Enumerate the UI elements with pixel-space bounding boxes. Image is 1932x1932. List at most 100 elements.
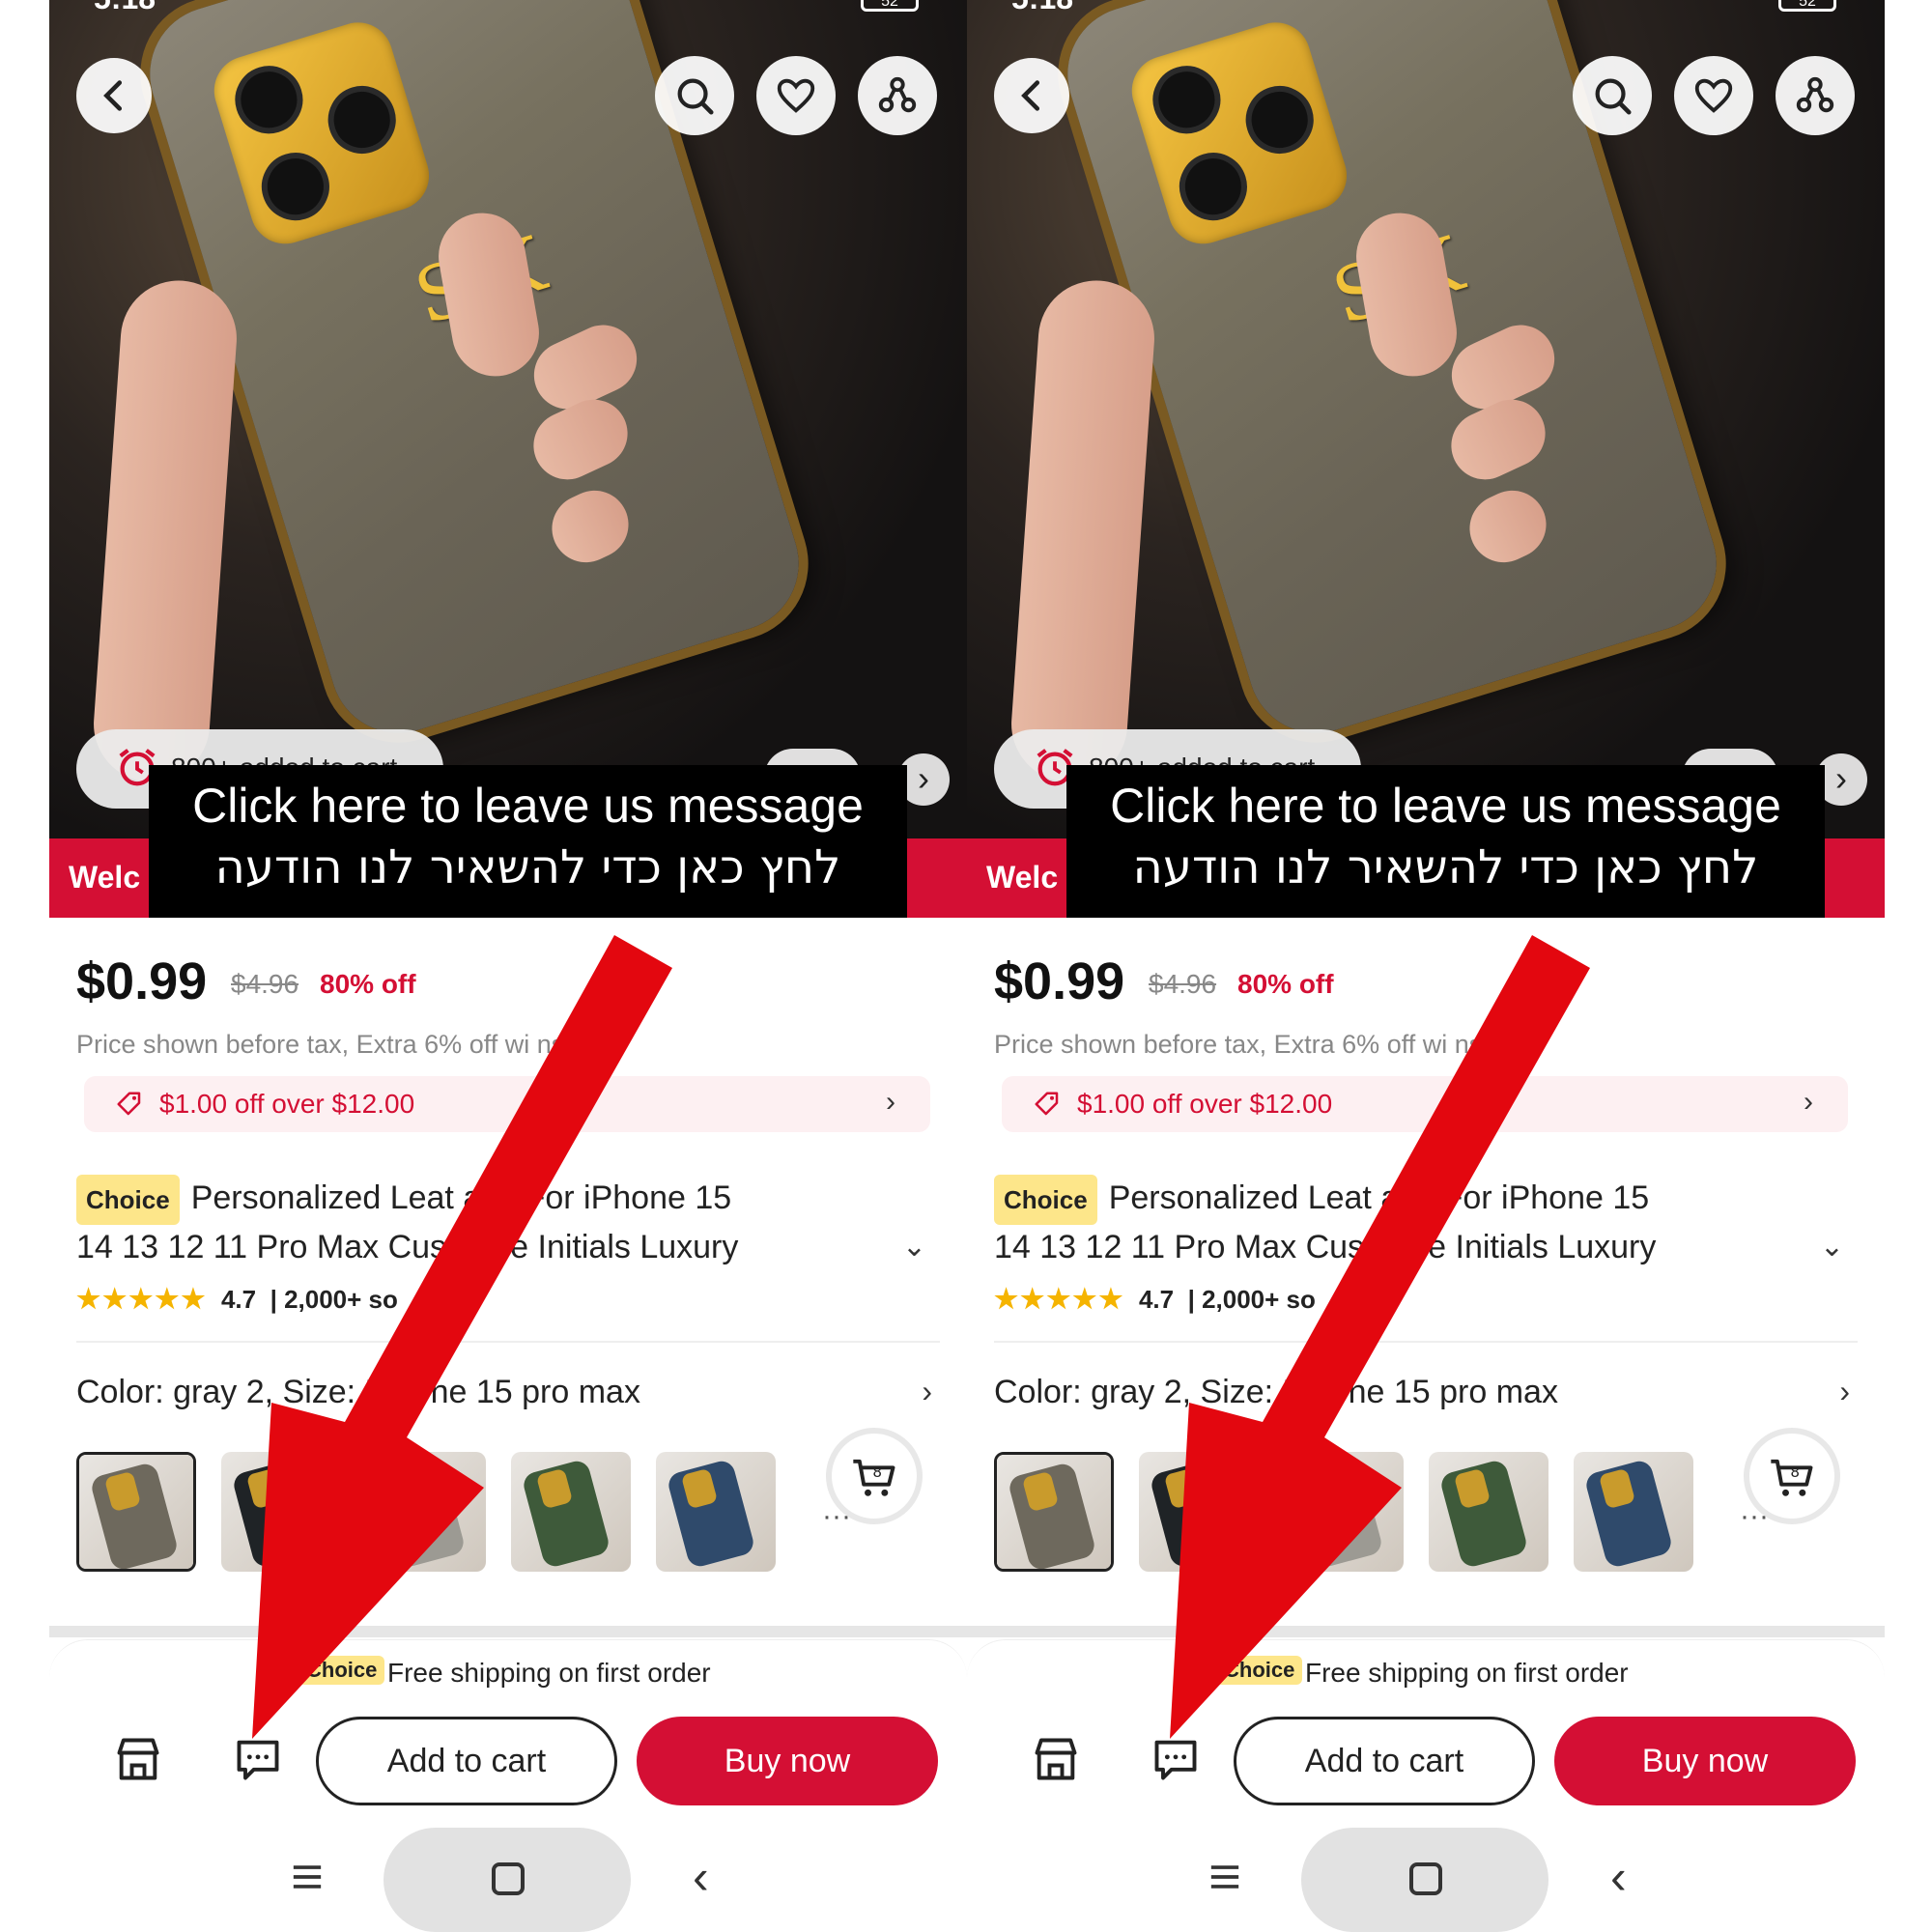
heart-icon (1694, 78, 1733, 113)
back-button[interactable] (76, 58, 152, 133)
product-title[interactable]: Choice Personalized Leat ase For iPhone 1… (76, 1175, 926, 1269)
add-to-cart-button[interactable]: Add to cart (1234, 1717, 1535, 1805)
chevron-down-icon[interactable]: ⌄ (1820, 1225, 1844, 1269)
instruction-english: Click here to leave us message (192, 779, 864, 833)
share-icon (1796, 76, 1834, 113)
title-line-2: 14 13 12 11 Pro Max Custo me Initials Lu… (994, 1229, 1657, 1265)
product-image[interactable]: S.K 5:18 52 (49, 0, 967, 838)
variant-thumbnail[interactable] (221, 1452, 341, 1572)
price: $0.99 (994, 952, 1125, 1010)
chevron-right-icon[interactable]: › (1839, 1374, 1850, 1409)
cart-button[interactable]: 8 (1744, 1428, 1840, 1524)
chevron-left-icon (103, 80, 123, 111)
add-to-cart-button[interactable]: Add to cart (316, 1717, 617, 1805)
search-icon (677, 78, 714, 115)
buy-now-button[interactable]: Buy now (1554, 1717, 1856, 1805)
coupon-banner[interactable]: $1.00 off over $12.00 › (84, 1076, 930, 1132)
battery-icon: 52 (1778, 0, 1836, 12)
shipping-banner: Choice Free shipping on first order (967, 1639, 1885, 1707)
original-price: $4.96 (231, 969, 299, 999)
product-screen-right: S.K 5:18 52 (967, 0, 1885, 1932)
back-button[interactable] (994, 58, 1069, 133)
share-icon (878, 76, 917, 113)
variant-selector[interactable]: Color: gray 2, Size: F hone 15 pro max (76, 1374, 640, 1411)
coupon-text: $1.00 off over $12.00 (159, 1089, 415, 1119)
welcome-text: Welc (986, 860, 1059, 895)
message-icon[interactable] (233, 1734, 283, 1784)
instruction-hebrew: לחץ כאן כדי להשאיר לנו הודעה (1132, 840, 1759, 895)
menu-icon[interactable] (1208, 1862, 1241, 1891)
variant-thumbnail[interactable] (1574, 1452, 1693, 1572)
stars-icon: ★★★★★ (76, 1284, 208, 1314)
coupon-text: $1.00 off over $12.00 (1077, 1089, 1333, 1119)
share-button[interactable] (858, 56, 937, 135)
store-icon[interactable] (1031, 1734, 1081, 1784)
battery-icon: 52 (861, 0, 919, 12)
variant-selector[interactable]: Color: gray 2, Size: F hone 15 pro max (994, 1374, 1558, 1411)
cart-button[interactable]: 8 (826, 1428, 923, 1524)
variant-thumbnail[interactable] (366, 1452, 486, 1572)
heart-icon (777, 78, 815, 113)
action-bar: Add to cart Buy now (49, 1707, 967, 1815)
variant-thumbnail[interactable] (656, 1452, 776, 1572)
section-divider (967, 1626, 1885, 1637)
chevron-right-icon[interactable]: › (922, 1374, 932, 1409)
system-nav-bar: ‹ (967, 1826, 1885, 1932)
sold-count: 2,000+ so (1202, 1285, 1316, 1314)
variant-thumbnail[interactable] (1139, 1452, 1259, 1572)
original-price: $4.96 (1149, 969, 1217, 999)
action-bar: Add to cart Buy now (967, 1707, 1885, 1815)
divider (76, 1341, 940, 1343)
status-time: 5:18 (1011, 0, 1073, 16)
camera-module (1122, 14, 1355, 253)
back-nav-icon[interactable]: ‹ (693, 1849, 709, 1905)
recents-icon[interactable] (492, 1862, 525, 1895)
variant-thumbnail[interactable] (1429, 1452, 1548, 1572)
title-line-1: Personalized Leat ase For iPhone 15 (1108, 1179, 1650, 1216)
cart-icon: 8 (1771, 1459, 1813, 1496)
product-image[interactable]: S.K 5:18 52 (967, 0, 1885, 838)
tax-note: Price shown before tax, Extra 6% off wi … (76, 1030, 565, 1059)
discount-label: 80% off (320, 969, 416, 999)
instruction-overlay: Click here to leave us message לחץ כאן כ… (1066, 765, 1825, 918)
wishlist-button[interactable] (1674, 56, 1753, 135)
camera-module (205, 14, 438, 253)
discount-label: 80% off (1237, 969, 1334, 999)
instruction-overlay: Click here to leave us message לחץ כאן כ… (149, 765, 907, 918)
coupon-banner[interactable]: $1.00 off over $12.00 › (1002, 1076, 1848, 1132)
instruction-english: Click here to leave us message (1110, 779, 1781, 833)
status-time: 5:18 (94, 0, 156, 16)
message-icon[interactable] (1151, 1734, 1201, 1784)
choice-badge: Choice (994, 1175, 1097, 1225)
choice-badge: Choice (1216, 1656, 1303, 1685)
variant-thumbnail[interactable] (1284, 1452, 1404, 1572)
chevron-down-icon[interactable]: ⌄ (902, 1225, 926, 1269)
rating-value: 4.7 (1138, 1285, 1175, 1314)
svg-text:8: 8 (1790, 1463, 1800, 1481)
chevron-right-icon: › (886, 1086, 895, 1118)
product-title[interactable]: Choice Personalized Leat ase For iPhone 1… (994, 1175, 1844, 1269)
tax-note: Price shown before tax, Extra 6% off wi … (994, 1030, 1483, 1059)
share-button[interactable] (1776, 56, 1855, 135)
search-button[interactable] (655, 56, 734, 135)
shipping-text: Free shipping on first order (387, 1658, 711, 1688)
shipping-text: Free shipping on first order (1305, 1658, 1629, 1688)
chevron-right-icon: › (1804, 1086, 1813, 1118)
rating-row: ★★★★★ 4.7 | 2,000+ so (76, 1284, 398, 1314)
system-nav-bar: ‹ (49, 1826, 967, 1932)
search-button[interactable] (1573, 56, 1652, 135)
store-icon[interactable] (113, 1734, 163, 1784)
variant-thumbnail[interactable] (76, 1452, 196, 1572)
status-bar: 5:18 52 (49, 0, 967, 17)
buy-now-button[interactable]: Buy now (637, 1717, 938, 1805)
variant-thumbnail[interactable] (511, 1452, 631, 1572)
menu-icon[interactable] (291, 1862, 324, 1891)
rating-value: 4.7 (220, 1285, 257, 1314)
tag-icon (1035, 1092, 1059, 1116)
wishlist-button[interactable] (756, 56, 836, 135)
variant-thumbnail[interactable] (994, 1452, 1114, 1572)
choice-badge: Choice (298, 1656, 385, 1685)
recents-icon[interactable] (1409, 1862, 1442, 1895)
back-nav-icon[interactable]: ‹ (1610, 1849, 1627, 1905)
divider (994, 1341, 1858, 1343)
